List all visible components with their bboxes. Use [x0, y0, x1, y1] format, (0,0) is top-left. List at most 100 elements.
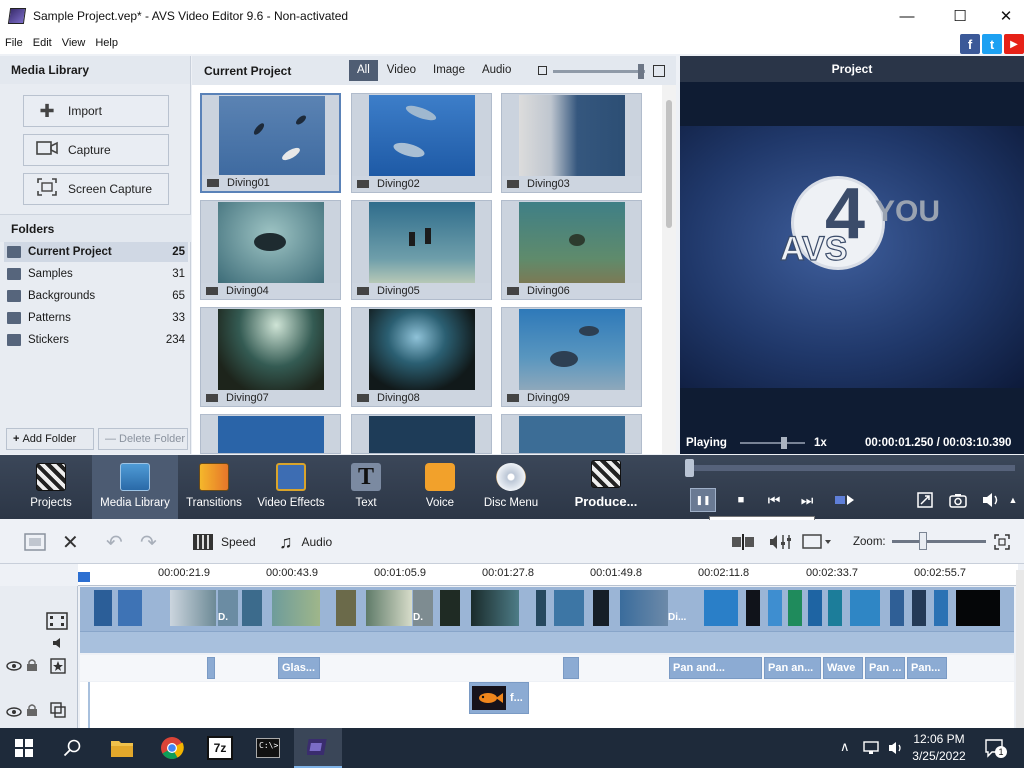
- overlay-clip[interactable]: f...: [469, 682, 529, 714]
- video-clip[interactable]: [366, 590, 412, 626]
- video-clip[interactable]: [828, 590, 842, 626]
- split-clip-icon[interactable]: [730, 532, 756, 552]
- video-clip[interactable]: [746, 590, 760, 626]
- media-library-button[interactable]: Media Library: [92, 455, 178, 519]
- video-clip[interactable]: [536, 590, 546, 626]
- zoom-slider[interactable]: [892, 540, 986, 543]
- add-folder-button[interactable]: + Add Folder: [6, 428, 94, 450]
- delete-icon[interactable]: ✕: [62, 532, 79, 554]
- effect-clip[interactable]: Wave: [823, 657, 863, 679]
- preview-seek-knob[interactable]: [685, 459, 694, 477]
- notifications-icon[interactable]: 1: [984, 738, 1007, 761]
- volume-icon[interactable]: [978, 488, 1004, 512]
- pause-button[interactable]: ❚❚: [690, 488, 716, 512]
- audio-mixer-icon[interactable]: [768, 532, 794, 552]
- video-clip[interactable]: [336, 590, 356, 626]
- start-button[interactable]: [0, 728, 48, 768]
- video-clip[interactable]: [956, 590, 1000, 626]
- effect-clip[interactable]: Pan ...: [865, 657, 905, 679]
- media-item-diving01[interactable]: Diving01: [200, 93, 341, 193]
- filter-image-tab[interactable]: Image: [425, 60, 473, 81]
- video-clip[interactable]: [704, 590, 738, 626]
- video-clip[interactable]: [471, 590, 519, 626]
- chrome-icon[interactable]: [148, 728, 196, 768]
- timeline-vertical-scrollbar[interactable]: [1016, 570, 1024, 728]
- effect-clip[interactable]: Pan...: [907, 657, 947, 679]
- video-clip[interactable]: [850, 590, 880, 626]
- video-clip[interactable]: D.: [218, 590, 238, 626]
- lock-icon[interactable]: [26, 703, 38, 720]
- clock[interactable]: 12:06 PM 3/25/2022: [912, 732, 966, 763]
- effect-clip[interactable]: Pan an...: [764, 657, 821, 679]
- preview-seek-bar[interactable]: [685, 465, 1015, 471]
- visibility-eye-icon[interactable]: [6, 660, 22, 674]
- effect-clip[interactable]: [563, 657, 579, 679]
- undo-icon[interactable]: ↶: [106, 532, 123, 554]
- produce-button[interactable]: Produce...: [568, 455, 644, 519]
- delete-folder-button[interactable]: — Delete Folder: [98, 428, 188, 450]
- media-item-diving05[interactable]: Diving05: [351, 200, 492, 300]
- volume-arrow-icon[interactable]: ▲: [1005, 488, 1021, 512]
- media-scrollbar[interactable]: [662, 85, 676, 454]
- media-item-diving04[interactable]: Diving04: [200, 200, 341, 300]
- video-clip[interactable]: [272, 590, 320, 626]
- media-item-diving06[interactable]: Diving06: [501, 200, 642, 300]
- video-clip[interactable]: D.: [413, 590, 433, 626]
- speaker-icon[interactable]: [887, 740, 905, 759]
- visibility-eye-icon[interactable]: [6, 706, 22, 720]
- video-clip[interactable]: [890, 590, 904, 626]
- split-icon[interactable]: [832, 488, 858, 512]
- maximize-button[interactable]: ☐: [937, 0, 983, 32]
- thumbnail-size-slider-knob[interactable]: [638, 64, 644, 79]
- video-clip[interactable]: Di...: [620, 590, 686, 626]
- search-icon[interactable]: [48, 728, 96, 768]
- projects-button[interactable]: Projects: [14, 455, 88, 519]
- video-effects-button[interactable]: Video Effects: [254, 455, 328, 519]
- audio-track[interactable]: [80, 631, 1014, 653]
- close-button[interactable]: ✕: [983, 0, 1024, 32]
- zoom-slider-knob[interactable]: [919, 532, 927, 550]
- playhead[interactable]: [78, 572, 90, 582]
- speed-slider[interactable]: [740, 442, 805, 444]
- effects-track[interactable]: Glas... Pan and... Pan an... Wave Pan ..…: [80, 655, 1014, 681]
- effect-clip[interactable]: [207, 657, 215, 679]
- speed-button[interactable]: Speed: [193, 532, 256, 552]
- menu-file[interactable]: File: [0, 37, 28, 49]
- 7zip-icon[interactable]: 7z: [196, 728, 244, 768]
- overlay-track[interactable]: f...: [80, 682, 1014, 728]
- redo-icon[interactable]: ↷: [140, 532, 157, 554]
- snapshot-icon[interactable]: [945, 488, 971, 512]
- large-thumb-icon[interactable]: [653, 65, 665, 77]
- display-mode-icon[interactable]: [802, 532, 832, 552]
- menu-view[interactable]: View: [57, 37, 91, 49]
- media-item-partial[interactable]: [351, 414, 492, 454]
- screen-capture-button[interactable]: Screen Capture: [23, 173, 169, 205]
- command-prompt-icon[interactable]: C:\>: [244, 728, 292, 768]
- mute-icon[interactable]: [52, 637, 68, 652]
- facebook-icon[interactable]: f: [960, 34, 980, 54]
- media-item-partial[interactable]: [501, 414, 642, 454]
- video-clip[interactable]: [593, 590, 609, 626]
- stop-button[interactable]: ■: [728, 488, 754, 512]
- transitions-button[interactable]: Transitions: [182, 455, 246, 519]
- text-button[interactable]: T Text: [346, 455, 386, 519]
- twitter-icon[interactable]: t: [982, 34, 1002, 54]
- preview-screen[interactable]: YOU 4 AVS: [680, 126, 1024, 388]
- effect-clip[interactable]: Pan and...: [669, 657, 762, 679]
- fullscreen-icon[interactable]: [912, 488, 938, 512]
- media-item-diving03[interactable]: Diving03: [501, 93, 642, 193]
- scrollbar-thumb[interactable]: [666, 100, 672, 228]
- thumbnail-size-slider[interactable]: [553, 70, 645, 73]
- video-clip[interactable]: [118, 590, 142, 626]
- effect-clip[interactable]: Glas...: [278, 657, 320, 679]
- media-item-partial[interactable]: [200, 414, 341, 454]
- capture-button[interactable]: Capture: [23, 134, 169, 166]
- file-explorer-icon[interactable]: [98, 728, 146, 768]
- tray-chevron-icon[interactable]: ∧: [840, 739, 850, 755]
- audio-button[interactable]: ♫ Audio: [279, 532, 332, 552]
- small-thumb-icon[interactable]: [538, 66, 547, 75]
- folder-backgrounds[interactable]: Backgrounds 65: [4, 286, 188, 306]
- video-clip[interactable]: [170, 590, 216, 626]
- network-icon[interactable]: [862, 740, 880, 759]
- media-item-diving02[interactable]: Diving02: [351, 93, 492, 193]
